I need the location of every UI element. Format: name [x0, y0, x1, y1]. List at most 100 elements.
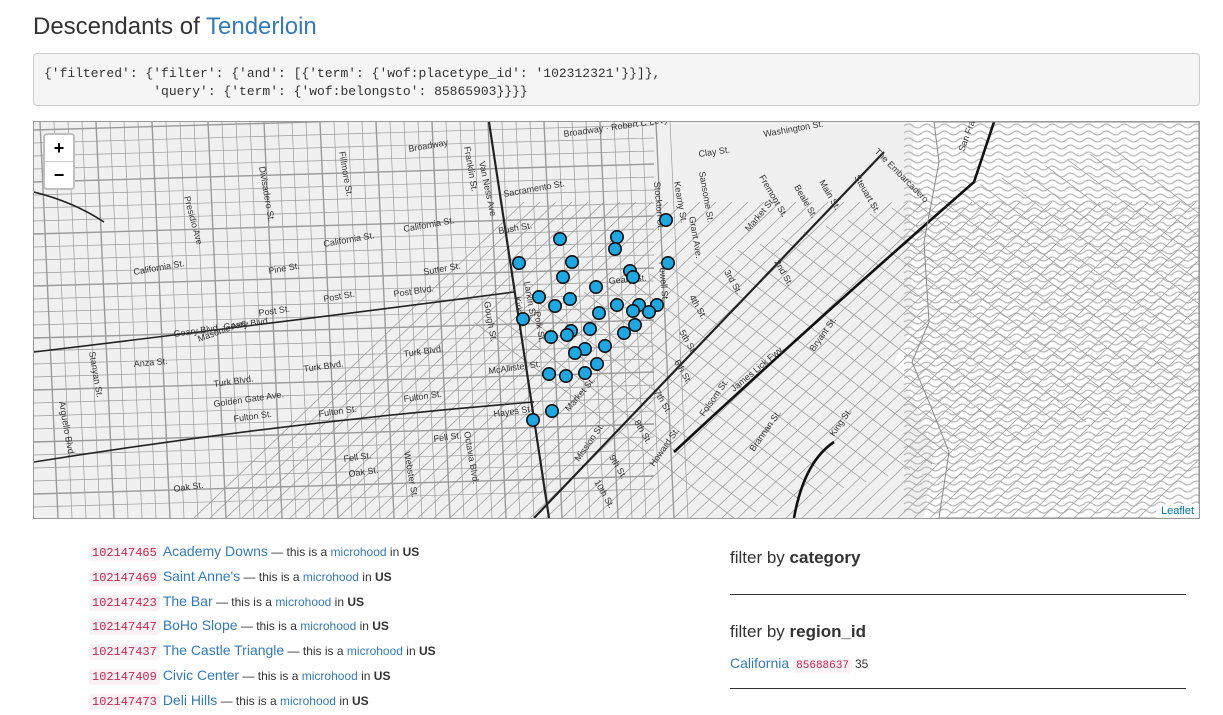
place-marker[interactable]	[609, 298, 624, 313]
place-marker[interactable]	[591, 306, 606, 321]
region-facet-count: 35	[854, 657, 869, 671]
place-name-link[interactable]: The Bar	[163, 593, 213, 609]
country-code: US	[418, 644, 436, 659]
placetype-link[interactable]: microhood	[347, 644, 403, 658]
place-marker[interactable]	[559, 328, 574, 343]
result-sep: — this is a	[240, 569, 303, 584]
country-code: US	[374, 569, 392, 584]
result-sep: — this is a	[217, 693, 280, 708]
place-name-link[interactable]: Civic Center	[163, 667, 239, 683]
place-id: 102147447	[89, 619, 160, 636]
list-item: 102147409 Civic Center — this is a microh…	[89, 665, 436, 690]
place-marker[interactable]	[544, 403, 559, 418]
place-marker[interactable]	[511, 256, 526, 271]
place-marker[interactable]	[588, 280, 603, 295]
map-tiles[interactable]: BroadwayPresidio AveFillmore St.Divisade…	[34, 122, 1199, 518]
place-name-link[interactable]: Saint Anne's	[163, 568, 240, 584]
place-marker[interactable]	[625, 304, 640, 319]
place-marker[interactable]	[531, 290, 546, 305]
place-marker[interactable]	[562, 292, 577, 307]
place-name-link[interactable]: The Castle Triangle	[163, 642, 284, 658]
place-marker[interactable]	[555, 270, 570, 285]
list-item: 102147469 Saint Anne's — this is a microh…	[89, 566, 436, 591]
region-facet-id: 85688637	[793, 659, 852, 673]
region-facet-link[interactable]: California	[730, 655, 789, 671]
place-marker[interactable]	[541, 367, 556, 382]
country-code: US	[373, 668, 391, 683]
place-name-link[interactable]: Academy Downs	[163, 543, 268, 559]
place-marker[interactable]	[607, 242, 622, 257]
result-in: in	[402, 644, 419, 659]
result-sep: — this is a	[284, 644, 347, 659]
place-name-link[interactable]: Deli Hills	[163, 692, 217, 708]
result-sep: — this is a	[212, 594, 276, 609]
result-in: in	[356, 619, 373, 634]
place-marker[interactable]	[552, 232, 567, 247]
place-marker[interactable]	[582, 322, 597, 337]
country-code: US	[402, 545, 420, 559]
list-item: 102147447 BoHo Slope — this is a microhoo…	[89, 615, 436, 640]
divider	[730, 594, 1186, 595]
list-item: 102147473 Deli Hills — this is a microhoo…	[89, 690, 436, 715]
place-marker[interactable]	[658, 213, 673, 228]
filter-sidebar: filter by category filter by region_id C…	[730, 541, 1186, 689]
placetype-link[interactable]: microhood	[300, 619, 356, 633]
facet-region-title: filter by region_id	[730, 622, 867, 641]
zoom-in-button[interactable]: +	[45, 135, 73, 161]
place-name-link[interactable]: BoHo Slope	[163, 617, 238, 633]
place-marker[interactable]	[616, 326, 631, 341]
place-marker[interactable]	[564, 255, 579, 270]
results-list: 102147465 Academy Downs — this is a micro…	[89, 541, 436, 715]
place-id: 102147465	[89, 545, 160, 561]
place-id: 102147473	[89, 693, 160, 710]
place-marker[interactable]	[589, 357, 604, 372]
zoom-control: + −	[43, 133, 75, 190]
place-marker[interactable]	[558, 369, 573, 384]
place-marker[interactable]	[660, 256, 675, 271]
place-id: 102147437	[89, 644, 160, 661]
result-sep: — this is a	[267, 545, 331, 559]
list-item: 102147423 The Bar — this is a microhood i…	[89, 591, 436, 616]
page-title: Descendants of Tenderloin	[33, 10, 317, 44]
country-code: US	[347, 594, 365, 609]
place-id: 102147469	[89, 569, 160, 586]
placetype-link[interactable]: microhood	[302, 669, 358, 683]
placetype-link[interactable]: microhood	[280, 694, 336, 708]
place-marker[interactable]	[543, 330, 558, 345]
place-marker[interactable]	[609, 230, 624, 245]
zoom-out-button[interactable]: −	[45, 161, 73, 188]
result-sep: — this is a	[239, 668, 302, 683]
placetype-link[interactable]: microhood	[275, 595, 331, 609]
list-item: 102147437 The Castle Triangle — this is a…	[89, 640, 436, 665]
placetype-link[interactable]: microhood	[303, 570, 359, 584]
result-in: in	[357, 668, 374, 683]
result-in: in	[335, 693, 352, 708]
place-link[interactable]: Tenderloin	[206, 13, 317, 40]
result-in: in	[358, 569, 375, 584]
place-marker[interactable]	[641, 305, 656, 320]
divider	[730, 688, 1186, 689]
place-marker[interactable]	[577, 366, 592, 381]
list-item: 102147465 Academy Downs — this is a micro…	[89, 541, 436, 566]
place-marker[interactable]	[547, 299, 562, 314]
place-marker[interactable]	[515, 312, 530, 327]
place-marker[interactable]	[625, 270, 640, 285]
title-prefix: Descendants of	[33, 13, 200, 40]
place-id: 102147423	[89, 594, 160, 611]
place-marker[interactable]	[525, 412, 540, 427]
facet-category-title: filter by category	[730, 548, 861, 567]
result-in: in	[386, 545, 403, 559]
map[interactable]: Broadway Presidio Ave Fillmore St. Divisade…	[33, 121, 1200, 519]
country-code: US	[352, 693, 369, 708]
place-marker[interactable]	[567, 346, 582, 361]
map-attribution[interactable]: Leaflet	[1155, 504, 1199, 518]
place-marker[interactable]	[627, 318, 642, 333]
placetype-link[interactable]: microhood	[331, 545, 387, 559]
query-code-block: {'filtered': {'filter': {'and': [{'term'…	[33, 53, 1200, 106]
region-facet-list: California 85688637 35	[730, 653, 869, 673]
country-code: US	[372, 619, 389, 634]
place-marker[interactable]	[597, 339, 612, 354]
region-facet-item: California 85688637 35	[730, 655, 869, 673]
result-sep: — this is a	[237, 619, 301, 634]
place-id: 102147409	[89, 668, 160, 685]
